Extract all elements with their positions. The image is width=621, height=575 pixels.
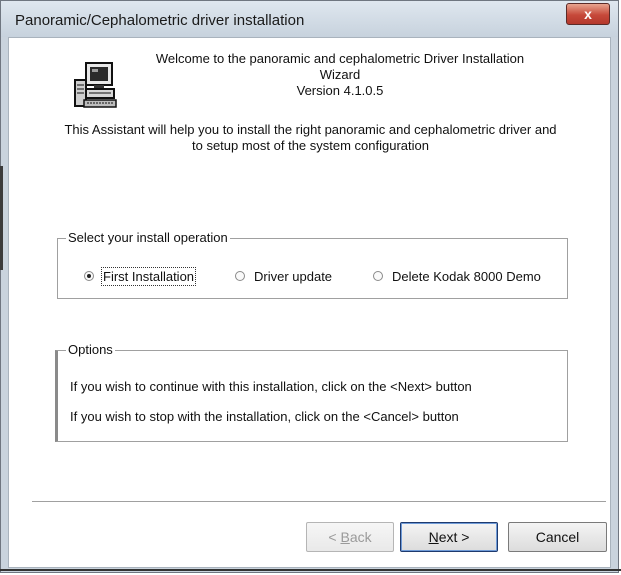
radio-button[interactable] [235,271,245,281]
assistant-line-1: This Assistant will help you to install … [64,122,557,137]
next-button-label: ext > [438,529,470,545]
install-operation-label: Select your install operation [66,230,230,245]
install-operation-group: Select your install operation First Inst… [57,230,568,299]
button-separator [32,501,606,503]
close-button[interactable]: x [566,3,610,25]
cancel-button[interactable]: Cancel [508,522,607,552]
radio-delete-kodak-demo[interactable]: Delete Kodak 8000 Demo [373,266,541,286]
back-button-label: ack [349,529,372,545]
next-button[interactable]: Next > [400,522,498,552]
back-button-accel: B [340,529,350,545]
options-next-instruction: If you wish to continue with this instal… [70,379,472,394]
back-button[interactable]: < Back [306,522,394,552]
radio-button[interactable] [373,271,383,281]
wizard-body [8,37,611,568]
window-bottom-edge [0,569,621,571]
radio-button-selected[interactable] [84,271,94,281]
computer-setup-icon [74,62,117,108]
window-edge-mark [0,166,3,270]
options-cancel-instruction: If you wish to stop with the installatio… [70,409,459,424]
radio-driver-update[interactable]: Driver update [235,266,332,286]
version-label: Version 4.1.0.5 [296,83,384,98]
radio-label-driver-update[interactable]: Driver update [254,269,332,284]
options-label: Options [66,342,115,357]
next-button-accel: N [428,529,439,545]
cancel-button-label: Cancel [535,529,580,545]
radio-first-installation[interactable]: First Installation [84,266,197,286]
welcome-text: Welcome to the panoramic and cephalometr… [120,51,560,99]
back-button-prefix: < [328,529,341,545]
assistant-line-2: to setup most of the system configuratio… [191,138,429,153]
assistant-description: This Assistant will help you to install … [40,122,581,154]
title-bar[interactable]: Panoramic/Cephalometric driver installat… [1,1,618,37]
radio-label-delete-kodak-demo[interactable]: Delete Kodak 8000 Demo [392,269,541,284]
welcome-line-1: Welcome to the panoramic and cephalometr… [155,51,525,66]
close-icon: x [584,6,592,22]
options-group: Options If you wish to continue with thi… [55,342,568,442]
window-title: Panoramic/Cephalometric driver installat… [15,12,305,29]
radio-label-first-installation[interactable]: First Installation [100,266,197,286]
welcome-line-2: Wizard [319,67,361,82]
